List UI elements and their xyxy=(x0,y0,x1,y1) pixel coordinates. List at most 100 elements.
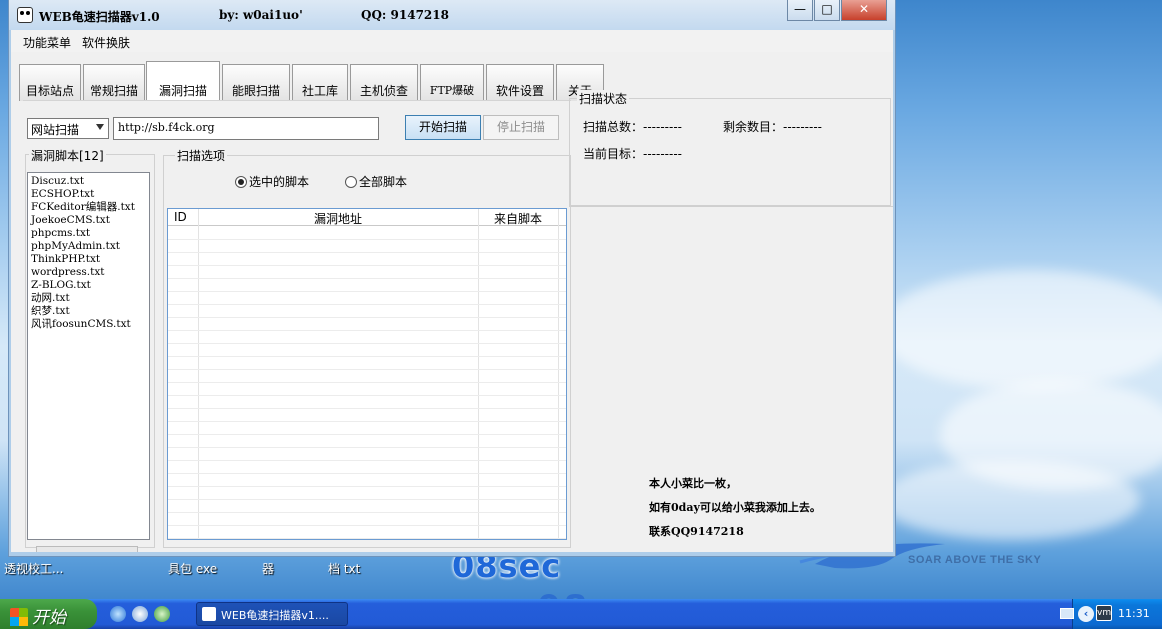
row-gridline xyxy=(168,252,566,253)
row-gridline xyxy=(168,460,566,461)
row-gridline xyxy=(168,499,566,500)
desktop-icon-label[interactable]: 具包 exe xyxy=(168,560,217,577)
logo-tagline: SOAR ABOVE THE SKY xyxy=(908,554,1042,566)
menu-function[interactable]: 功能菜单 xyxy=(23,34,71,51)
total-label: 扫描总数：--------- xyxy=(583,120,682,134)
col-vuln-url[interactable]: 漏洞地址 xyxy=(314,210,362,227)
window-author: by: w0ai1uo' xyxy=(219,8,303,22)
keyboard-icon[interactable] xyxy=(1060,608,1074,619)
options-label: 扫描选项 xyxy=(175,147,228,164)
row-gridline xyxy=(168,408,566,409)
radio-selected-scripts[interactable]: 选中的脚本 xyxy=(235,173,309,190)
script-list-item[interactable]: FCKeditor编辑器.txt xyxy=(31,201,146,214)
minimize-button[interactable]: — xyxy=(787,0,813,21)
taskbar: 开始 WEB龟速扫描器v1.... ‹ vm 11:31 xyxy=(0,599,1162,629)
script-list-item[interactable]: ECSHOP.txt xyxy=(31,188,146,201)
tab-eye-scan[interactable]: 能眼扫描 xyxy=(222,64,290,101)
desktop-icon-label[interactable]: 透视校工... xyxy=(4,560,63,577)
tab-target-site[interactable]: 目标站点 xyxy=(19,64,81,101)
author-note-line: 如有0day可以给小菜我添加上去。 xyxy=(649,501,821,514)
browser-icon[interactable] xyxy=(132,606,148,622)
script-list-item[interactable]: wordpress.txt xyxy=(31,266,146,279)
client-area: 目标站点 常规扫描 漏洞扫描 能眼扫描 社工库 主机侦查 FTP爆破 软件设置 … xyxy=(11,52,893,552)
row-gridline xyxy=(168,525,566,526)
total-value: --------- xyxy=(643,120,682,134)
row-gridline xyxy=(168,369,566,370)
radio-all-scripts[interactable]: 全部脚本 xyxy=(345,173,407,190)
window-qq: QQ: 9147218 xyxy=(361,8,449,22)
scripts-listbox[interactable]: Discuz.txt ECSHOP.txt FCKeditor编辑器.txt Joek… xyxy=(27,172,150,540)
status-label: 扫描状态 xyxy=(577,90,630,107)
column-divider xyxy=(558,209,559,539)
network-icon[interactable] xyxy=(154,606,170,622)
start-scan-button[interactable]: 开始扫描 xyxy=(405,115,481,140)
author-note-line: 联系QQ9147218 xyxy=(649,525,744,538)
script-list-item[interactable]: ThinkPHP.txt xyxy=(31,253,146,266)
radio-dot xyxy=(345,176,357,188)
ie-icon[interactable] xyxy=(110,606,126,622)
tab-normal-scan[interactable]: 常规扫描 xyxy=(83,64,145,101)
script-list-item[interactable]: JoekoeCMS.txt xyxy=(31,214,146,227)
script-list-item[interactable]: Z-BLOG.txt xyxy=(31,279,146,292)
current-target-label: 当前目标：--------- xyxy=(583,147,682,161)
row-gridline xyxy=(168,265,566,266)
scan-mode-select[interactable]: 网站扫描 xyxy=(27,118,109,139)
column-divider xyxy=(198,209,199,539)
current-target-value: --------- xyxy=(643,147,682,161)
chevron-down-icon xyxy=(96,124,104,130)
radio-all-label: 全部脚本 xyxy=(359,175,408,189)
chevron-left-icon[interactable]: ‹ xyxy=(1078,606,1094,622)
script-list-item[interactable]: 风讯foosunCMS.txt xyxy=(31,318,146,331)
app-icon xyxy=(202,607,216,621)
tab-host-recon[interactable]: 主机侦查 xyxy=(350,64,418,101)
row-gridline xyxy=(168,512,566,513)
window-title: WEB龟速扫描器v1.0 xyxy=(39,10,160,24)
row-gridline xyxy=(168,538,566,539)
clock[interactable]: 11:31 xyxy=(1118,607,1150,620)
row-gridline xyxy=(168,343,566,344)
row-gridline xyxy=(168,317,566,318)
title-bar[interactable]: WEB龟速扫描器v1.0 by: w0ai1uo' QQ: 9147218 — … xyxy=(9,0,895,30)
remaining-label: 剩余数目：--------- xyxy=(723,120,822,134)
tab-vuln-scan[interactable]: 漏洞扫描 xyxy=(146,61,220,101)
script-list-item[interactable]: phpMyAdmin.txt xyxy=(31,240,146,253)
start-button[interactable]: 开始 xyxy=(0,599,97,629)
maximize-button[interactable]: □ xyxy=(814,0,840,21)
cloud-decoration xyxy=(880,460,1140,540)
scripts-scroll-stub[interactable] xyxy=(36,546,138,552)
results-table[interactable]: ID 漏洞地址 来自脚本 xyxy=(167,208,567,540)
target-url-input[interactable]: http://sb.f4ck.org xyxy=(113,117,379,140)
row-gridline xyxy=(168,421,566,422)
row-gridline xyxy=(168,304,566,305)
row-gridline xyxy=(168,291,566,292)
script-list-item[interactable]: 织梦.txt xyxy=(31,305,146,318)
app-window: WEB龟速扫描器v1.0 by: w0ai1uo' QQ: 9147218 — … xyxy=(8,0,896,557)
scan-mode-value: 网站扫描 xyxy=(31,123,80,137)
script-list-item[interactable]: phpcms.txt xyxy=(31,227,146,240)
script-list-item[interactable]: Discuz.txt xyxy=(31,175,146,188)
col-source-script[interactable]: 来自脚本 xyxy=(494,210,542,227)
author-note-line: 本人小菜比一枚， xyxy=(649,477,737,490)
app-icon[interactable] xyxy=(17,7,33,23)
tab-ftp-crack[interactable]: FTP爆破 xyxy=(420,64,484,101)
vmware-tray-icon[interactable]: vm xyxy=(1096,605,1112,621)
script-list-item[interactable]: 动网.txt xyxy=(31,292,146,305)
tab-settings[interactable]: 软件设置 xyxy=(486,64,554,101)
row-gridline xyxy=(168,356,566,357)
column-divider xyxy=(478,209,479,539)
desktop-icon-label[interactable]: 档 txt xyxy=(328,560,360,577)
close-button[interactable]: ✕ xyxy=(841,0,887,21)
stop-scan-button[interactable]: 停止扫描 xyxy=(483,115,559,140)
desktop-icon-label[interactable]: 器 xyxy=(262,560,274,577)
row-gridline xyxy=(168,486,566,487)
row-gridline xyxy=(168,382,566,383)
tab-social-db[interactable]: 社工库 xyxy=(292,64,348,101)
menu-skin[interactable]: 软件换肤 xyxy=(82,34,130,51)
taskbar-app-button[interactable]: WEB龟速扫描器v1.... xyxy=(196,602,348,626)
menu-bar: 功能菜单 软件换肤 xyxy=(11,30,893,52)
divider xyxy=(569,206,893,207)
taskbar-app-label: WEB龟速扫描器v1.... xyxy=(221,609,329,622)
row-gridline xyxy=(168,278,566,279)
remaining-value: --------- xyxy=(783,120,822,134)
col-id[interactable]: ID xyxy=(174,210,187,224)
